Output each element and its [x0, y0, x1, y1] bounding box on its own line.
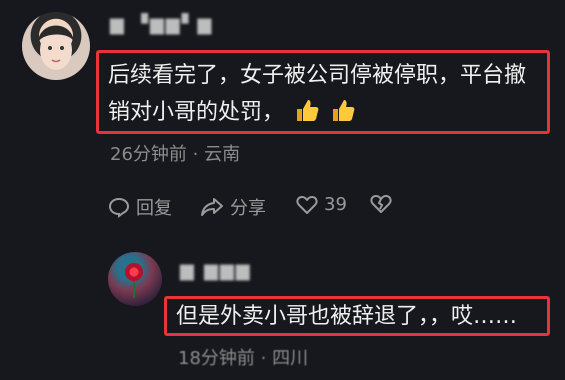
comment-username[interactable]: ▆ ▆▆▆	[180, 260, 252, 281]
reply-button[interactable]: 回复	[108, 194, 172, 220]
comment-username[interactable]: ▆ ▝▆▆▘▆	[110, 14, 213, 35]
comment-meta: 26分钟前 · 云南	[110, 144, 241, 165]
avatar-flower	[125, 263, 143, 281]
comment-text[interactable]: 但是外卖小哥也被辞退了，，哎……	[176, 298, 517, 335]
like-button[interactable]: 39	[296, 194, 347, 215]
like-count: 39	[324, 194, 347, 215]
broken-heart-icon	[370, 194, 392, 214]
dislike-button[interactable]	[370, 194, 392, 214]
thumbs-up-icon	[294, 97, 320, 123]
avatar-flower-stem	[133, 280, 135, 298]
comment-text[interactable]: 后续看完了，女子被公司停被停职，平台撤销对小哥的处罚，	[108, 57, 538, 131]
avatar[interactable]	[108, 252, 162, 306]
avatar[interactable]	[22, 12, 90, 80]
share-icon	[200, 196, 224, 218]
thumbs-up-icon	[330, 97, 356, 123]
heart-icon	[296, 195, 318, 215]
reply-label: 回复	[136, 198, 172, 219]
reply-icon	[108, 196, 130, 218]
avatar-face-image	[38, 25, 74, 70]
share-label: 分享	[230, 198, 266, 219]
share-button[interactable]: 分享	[200, 194, 266, 220]
comment-meta: 18分钟前 · 四川	[178, 348, 309, 369]
